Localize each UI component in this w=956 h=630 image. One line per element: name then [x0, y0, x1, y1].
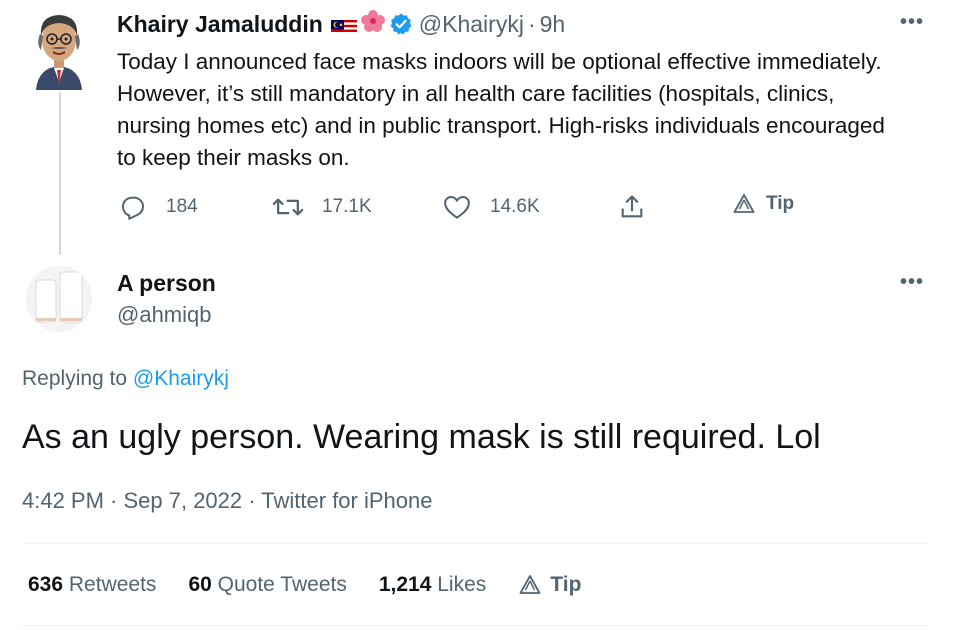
reply-count: 184	[166, 196, 198, 217]
author-name[interactable]: Khairy Jamaluddin	[117, 11, 323, 38]
tip-button[interactable]: Tip	[732, 192, 794, 216]
author-handle[interactable]: @Khairykj	[419, 11, 524, 38]
avatar-khairy[interactable]	[24, 10, 94, 90]
quote-tweets-stat[interactable]: 60 Quote Tweets	[188, 573, 346, 597]
hibiscus-icon	[360, 10, 385, 38]
tweet-time[interactable]: 9h	[540, 11, 566, 38]
retweets-label: Retweets	[68, 573, 157, 596]
tweet-header: Khairy Jamaluddin @Khairykj · 9h	[117, 10, 565, 38]
heart-icon	[444, 196, 470, 219]
engagement-stats: 636 Retweets 60 Quote Tweets 1,214 Likes…	[28, 573, 581, 597]
quote-count: 60	[188, 573, 212, 596]
more-options-icon[interactable]: •••	[900, 272, 924, 292]
replying-to-prefix: Replying to	[22, 367, 128, 390]
reply-author-name[interactable]: A person	[117, 270, 216, 297]
likes-count: 1,214	[378, 573, 432, 596]
router-avatar-icon	[26, 266, 92, 332]
share-icon	[621, 195, 643, 218]
likes-stat[interactable]: 1,214 Likes	[379, 573, 486, 597]
reply-icon	[122, 196, 144, 220]
reply-button[interactable]: 184	[118, 192, 198, 222]
avatar-reply-author[interactable]	[26, 266, 92, 332]
tip-button[interactable]: Tip	[518, 573, 581, 597]
reply-tweet-text: As an ugly person. Wearing mask is still…	[22, 418, 821, 456]
separator-dot: ·	[527, 10, 536, 37]
verified-badge-icon	[389, 12, 413, 36]
quote-label: Quote Tweets	[217, 573, 347, 596]
share-button[interactable]	[618, 192, 646, 222]
like-button[interactable]: 14.6K	[442, 192, 540, 222]
tip-icon	[519, 575, 541, 594]
tip-label: Tip	[766, 193, 795, 214]
replying-to: Replying to @Khairykj	[22, 367, 229, 391]
tip-label: Tip	[550, 573, 582, 596]
thread-connector-line	[59, 92, 61, 255]
divider	[22, 625, 928, 626]
reply-author-handle[interactable]: @ahmiqb	[117, 302, 212, 328]
retweet-button[interactable]: 17.1K	[272, 192, 372, 222]
tweet-actions: 184 17.1K 14.6K Tip	[118, 192, 818, 226]
malaysia-flag-icon	[330, 16, 357, 33]
retweet-count: 17.1K	[322, 196, 372, 217]
tip-icon	[733, 194, 755, 213]
likes-label: Likes	[437, 573, 487, 596]
like-count: 14.6K	[490, 196, 540, 217]
caricature-avatar-icon	[36, 15, 82, 90]
retweets-stat[interactable]: 636 Retweets	[28, 573, 156, 597]
tweet-text: Today I announced face masks indoors wil…	[117, 49, 885, 170]
retweets-count: 636	[28, 573, 64, 596]
more-options-icon[interactable]: •••	[900, 12, 924, 32]
divider	[22, 543, 928, 544]
replying-to-mention[interactable]: @Khairykj	[133, 367, 229, 390]
tweet-timestamp[interactable]: 4:42 PM · Sep 7, 2022 · Twitter for iPho…	[22, 488, 432, 514]
retweet-icon	[272, 198, 304, 216]
